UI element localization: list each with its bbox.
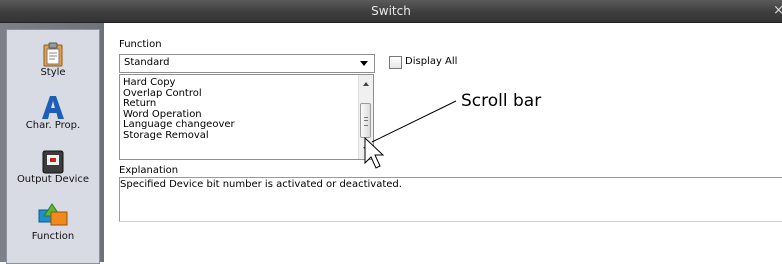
annotation-leader-line <box>371 100 457 143</box>
annotation-overlay <box>364 100 457 169</box>
mouse-pointer-icon <box>364 136 385 169</box>
scroll-bar-annotation: Scroll bar <box>461 91 542 111</box>
